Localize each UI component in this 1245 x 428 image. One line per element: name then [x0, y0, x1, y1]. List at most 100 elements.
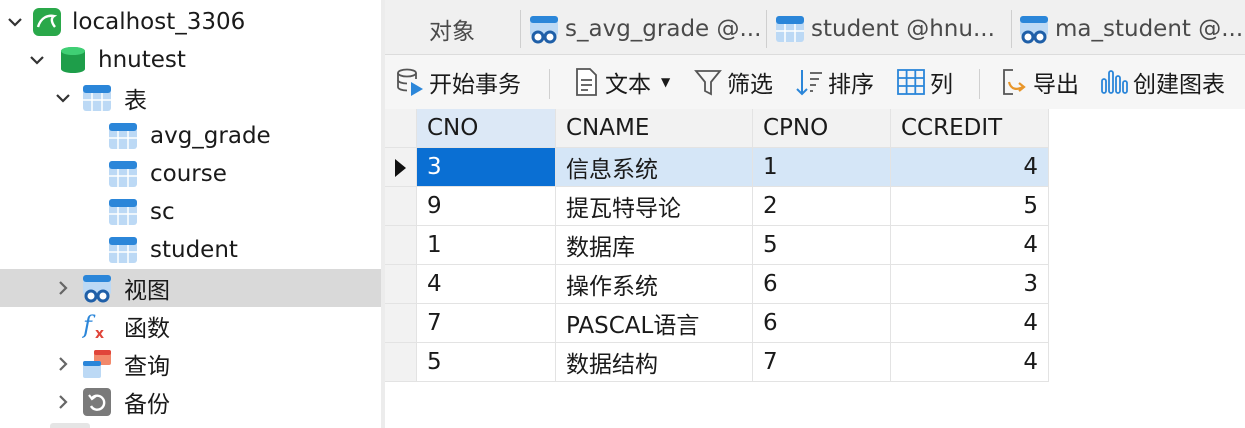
cell-cpno[interactable]: 1 — [752, 147, 891, 187]
sort-button[interactable]: 排序 — [794, 65, 874, 99]
chevron-down-icon[interactable] — [6, 13, 24, 31]
table-label: sc — [150, 199, 175, 225]
tree-item-table[interactable]: avg_grade — [0, 117, 381, 155]
filter-label: 筛选 — [727, 72, 773, 98]
dropdown-caret-icon[interactable]: ▼ — [661, 75, 670, 89]
views-folder-label: 视图 — [124, 278, 170, 304]
tab-ma-student[interactable]: ma_student @... — [1019, 6, 1245, 52]
transaction-icon — [395, 67, 425, 97]
cell-cno[interactable]: 3 — [416, 147, 556, 187]
sort-icon — [794, 67, 824, 97]
cell-ccredit[interactable]: 4 — [890, 147, 1049, 187]
cell-cname[interactable]: 信息系统 — [555, 147, 753, 187]
tab-divider — [1011, 10, 1012, 48]
backups-folder-label: 备份 — [124, 392, 170, 418]
tree-item-tables-folder[interactable]: 表 — [0, 79, 381, 117]
table-folder-icon — [82, 83, 112, 113]
tree-item-table[interactable]: sc — [0, 193, 381, 231]
cell-cpno[interactable]: 2 — [752, 186, 891, 226]
svg-text:f: f — [82, 311, 96, 339]
cell-cno[interactable]: 1 — [416, 225, 556, 265]
chevron-down-icon[interactable] — [54, 89, 72, 107]
row-indicator — [385, 147, 417, 187]
tree-item-table[interactable]: student — [0, 231, 381, 269]
text-view-button[interactable]: 文本 ▼ — [571, 65, 670, 99]
tab-s-avg-grade[interactable]: s_avg_grade @... — [529, 6, 765, 52]
table-row[interactable]: 5 数据结构 7 4 — [385, 342, 1049, 382]
tab-objects[interactable]: 对象 — [429, 6, 475, 52]
table-icon — [775, 14, 805, 44]
cell-cname[interactable]: 操作系统 — [555, 264, 753, 304]
table-row[interactable]: 4 操作系统 6 3 — [385, 264, 1049, 304]
toolbar-divider — [979, 69, 980, 99]
cell-cpno[interactable]: 6 — [752, 303, 891, 343]
cell-cname[interactable]: 提瓦特导论 — [555, 186, 753, 226]
view-icon — [82, 273, 112, 303]
filter-icon — [693, 67, 723, 97]
mysql-connection-icon — [32, 7, 62, 37]
table-row[interactable]: 1 数据库 5 4 — [385, 225, 1049, 265]
table-row[interactable]: 9 提瓦特导论 2 5 — [385, 186, 1049, 226]
column-header-cpno[interactable]: CPNO — [752, 109, 891, 148]
row-indicator — [385, 303, 417, 343]
toolbar: 开始事务 文本 ▼ 筛选 排序 列 导出 创建图表 — [385, 55, 1245, 109]
column-header-cname[interactable]: CNAME — [555, 109, 753, 148]
table-icon — [108, 159, 138, 189]
table-row[interactable]: 3 信息系统 1 4 — [385, 147, 1049, 187]
chevron-down-icon[interactable] — [28, 51, 46, 69]
view-icon — [1019, 14, 1049, 44]
row-indicator — [385, 225, 417, 265]
chart-icon — [1099, 67, 1129, 97]
cell-cno[interactable]: 5 — [416, 342, 556, 382]
columns-button[interactable]: 列 — [896, 65, 953, 99]
filter-button[interactable]: 筛选 — [693, 65, 773, 99]
chevron-right-icon[interactable] — [54, 393, 72, 411]
tree-item-functions-folder[interactable]: fx 函数 — [0, 307, 381, 345]
tab-label: ma_student @... — [1055, 16, 1244, 42]
cell-cpno[interactable]: 5 — [752, 225, 891, 265]
create-chart-button[interactable]: 创建图表 — [1099, 65, 1225, 99]
export-button[interactable]: 导出 — [999, 65, 1079, 99]
tab-label: 对象 — [429, 19, 475, 45]
column-header-ccredit[interactable]: CCREDIT — [890, 109, 1049, 148]
cell-cpno[interactable]: 6 — [752, 264, 891, 304]
columns-label: 列 — [930, 72, 953, 98]
table-icon — [108, 235, 138, 265]
table-row[interactable]: 7 PASCAL语言 6 4 — [385, 303, 1049, 343]
tree-item-views-folder[interactable]: 视图 — [0, 269, 381, 307]
column-header-cno[interactable]: CNO — [416, 109, 556, 148]
database-icon — [58, 45, 88, 75]
table-icon — [108, 121, 138, 151]
cell-cname[interactable]: 数据库 — [555, 225, 753, 265]
chevron-right-icon[interactable] — [54, 279, 72, 297]
current-row-arrow-icon — [395, 158, 406, 177]
tab-divider — [766, 10, 767, 48]
cell-cno[interactable]: 4 — [416, 264, 556, 304]
cell-ccredit[interactable]: 5 — [890, 186, 1049, 226]
create-chart-label: 创建图表 — [1133, 72, 1225, 98]
cell-cname[interactable]: 数据结构 — [555, 342, 753, 382]
cell-cno[interactable]: 9 — [416, 186, 556, 226]
tab-label: student @hnu... — [811, 16, 995, 42]
cell-ccredit[interactable]: 4 — [890, 303, 1049, 343]
tree-item-table[interactable]: course — [0, 155, 381, 193]
text-view-label: 文本 — [605, 72, 651, 98]
query-icon — [82, 349, 112, 379]
backup-icon — [82, 387, 112, 417]
tab-bar: 对象 s_avg_grade @... student @hnu... ma_s… — [385, 0, 1245, 55]
chevron-right-icon[interactable] — [54, 355, 72, 373]
cell-cname[interactable]: PASCAL语言 — [555, 303, 753, 343]
tab-student[interactable]: student @hnu... — [775, 6, 1001, 52]
cell-ccredit[interactable]: 3 — [890, 264, 1049, 304]
tree-item-queries-folder[interactable]: 查询 — [0, 345, 381, 383]
grid-header-row: CNO CNAME CPNO CCREDIT — [385, 109, 1049, 148]
cell-ccredit[interactable]: 4 — [890, 225, 1049, 265]
tree-item-backups-folder[interactable]: 备份 — [0, 383, 381, 421]
tree-item-database[interactable]: hnutest — [0, 41, 381, 79]
begin-transaction-button[interactable]: 开始事务 — [395, 65, 521, 99]
connection-label: localhost_3306 — [72, 9, 246, 35]
cell-ccredit[interactable]: 4 — [890, 342, 1049, 382]
cell-cno[interactable]: 7 — [416, 303, 556, 343]
tree-item-connection[interactable]: localhost_3306 — [0, 3, 381, 41]
cell-cpno[interactable]: 7 — [752, 342, 891, 382]
